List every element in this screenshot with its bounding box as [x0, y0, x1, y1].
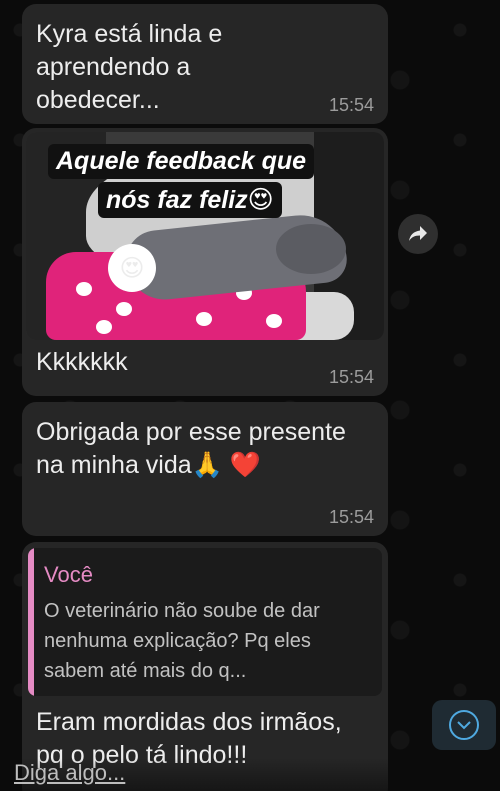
- message-text: Obrigada por esse presente na minha vida…: [36, 418, 346, 479]
- forward-arrow-icon: [409, 226, 427, 241]
- media-caption-line-1: Aquele feedback que: [48, 144, 315, 179]
- heart-eyes-sticker-icon: 😍: [108, 244, 156, 292]
- scroll-down-button[interactable]: [432, 700, 496, 750]
- message-text: Kkkkkkk: [36, 348, 128, 376]
- message-time: 15:54: [328, 367, 374, 387]
- compose-placeholder: Diga algo...: [14, 760, 126, 785]
- message-bubble-3[interactable]: Obrigada por esse presente na minha vida…: [22, 402, 388, 536]
- message-time: 15:54: [328, 95, 374, 115]
- photo-dog-head: [276, 224, 346, 274]
- chevron-down-icon: [449, 710, 479, 740]
- quote-author: Você: [44, 562, 93, 587]
- message-bubble-reply[interactable]: Você O veterinário não soube de dar nenh…: [22, 542, 388, 791]
- forward-button[interactable]: [398, 214, 438, 254]
- media-caption-line-2: nós faz feliz😍: [98, 182, 282, 218]
- message-text: Kyra está linda e aprendendo a obedecer.…: [36, 20, 223, 114]
- quoted-message[interactable]: Você O veterinário não soube de dar nenh…: [28, 548, 382, 696]
- message-bubble-media[interactable]: Aquele feedback que nós faz feliz😍 😍 Kkk…: [22, 128, 388, 396]
- dog-photo[interactable]: Aquele feedback que nós faz feliz😍 😍: [26, 132, 384, 340]
- message-time: 15:54: [328, 507, 374, 527]
- quote-text: O veterinário não soube de dar nenhuma e…: [44, 600, 320, 682]
- message-bubble-1[interactable]: Kyra está linda e aprendendo a obedecer.…: [22, 4, 388, 124]
- quote-accent-bar: [28, 548, 34, 696]
